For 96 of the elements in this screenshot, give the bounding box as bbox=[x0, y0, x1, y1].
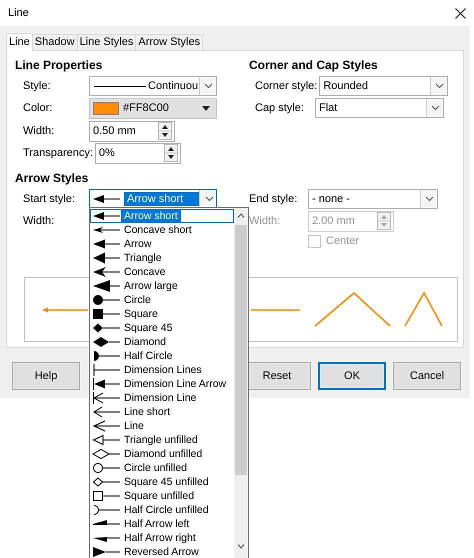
field-label: Style: bbox=[23, 80, 52, 92]
arrow-style-option[interactable]: Square bbox=[90, 307, 234, 321]
spin-arrows-icon[interactable] bbox=[164, 144, 178, 162]
color-dropdown[interactable]: #FF8C00 bbox=[89, 98, 217, 118]
dialog-button[interactable]: Help bbox=[12, 362, 80, 390]
bar-chevron-line-icon bbox=[92, 392, 120, 404]
dialog-button[interactable]: Cancel bbox=[393, 362, 461, 390]
tab[interactable]: Line Styles bbox=[76, 34, 136, 50]
arrow-style-option[interactable]: Diamond bbox=[90, 335, 234, 349]
chevron-line-icon bbox=[92, 406, 120, 418]
half-circle-line-icon bbox=[92, 350, 120, 362]
field-label: Start style: bbox=[23, 193, 76, 205]
chevron-up-icon[interactable] bbox=[237, 213, 245, 218]
circle-outline-line-icon bbox=[92, 462, 120, 474]
bar-line-icon bbox=[92, 364, 120, 376]
arrow-line-icon bbox=[92, 238, 120, 250]
bar-arrow-line-icon bbox=[92, 378, 120, 390]
arrow-style-option[interactable]: Triangle bbox=[90, 251, 234, 265]
chevron-down-icon bbox=[434, 83, 444, 89]
circle-line-icon bbox=[92, 294, 120, 306]
triangle-outline-line-icon bbox=[92, 434, 120, 446]
arrow-style-option[interactable]: Diamond unfilled bbox=[90, 447, 234, 461]
field-label: End style: bbox=[249, 193, 298, 205]
arrow-style-option[interactable]: Square unfilled bbox=[90, 489, 234, 503]
arrow-style-option[interactable]: Arrow bbox=[90, 237, 234, 251]
arrow-style-option[interactable]: Dimension Line Arrow bbox=[90, 377, 234, 391]
transparency-field[interactable]: 0% bbox=[94, 142, 181, 164]
field-label: Color: bbox=[23, 102, 54, 114]
section-heading: Corner and Cap Styles bbox=[249, 58, 379, 72]
zigzag-line bbox=[404, 291, 443, 326]
arrow-style-option[interactable]: Dimension Line bbox=[90, 391, 234, 405]
section-heading: Arrow Styles bbox=[15, 171, 90, 185]
arrow-line-drawing bbox=[42, 308, 88, 312]
close-icon[interactable] bbox=[455, 8, 466, 18]
square-line-icon bbox=[92, 308, 120, 320]
arrow-style-option[interactable]: Line short bbox=[90, 405, 234, 419]
arrow-style-option[interactable]: Square 45 unfilled bbox=[90, 475, 234, 489]
concave-arrow-line-icon bbox=[92, 266, 120, 278]
tab[interactable]: Line bbox=[6, 33, 33, 51]
spin-arrows-icon[interactable] bbox=[158, 122, 172, 140]
reversed-arrow-line-icon bbox=[92, 546, 120, 558]
scrollbar[interactable] bbox=[234, 208, 248, 558]
start-style-dropdown[interactable]: Arrow short bbox=[89, 189, 217, 209]
chevron-down-icon[interactable] bbox=[237, 544, 245, 549]
tab[interactable]: Arrow Styles bbox=[135, 34, 204, 50]
diamond-outline-line-icon bbox=[92, 448, 120, 460]
solid-line-icon bbox=[94, 84, 146, 88]
arrow-style-option[interactable]: Square 45 bbox=[90, 321, 234, 335]
triangle-line-icon bbox=[92, 252, 120, 264]
arrow-style-option[interactable]: Reversed Arrow bbox=[90, 545, 234, 558]
line-style-dropdown[interactable]: Continuou bbox=[89, 76, 217, 96]
arrow-style-option[interactable]: Half Circle unfilled bbox=[90, 503, 234, 517]
arrow-line-icon bbox=[92, 210, 120, 222]
arrow-style-option[interactable]: Concave bbox=[90, 265, 234, 279]
arrow-style-option[interactable]: Circle unfilled bbox=[90, 461, 234, 475]
arrow-style-option[interactable]: Half Arrow left bbox=[90, 517, 234, 531]
line-segment bbox=[251, 309, 300, 311]
arrow-style-option[interactable]: Line bbox=[90, 419, 234, 433]
square-outline-line-icon bbox=[92, 490, 120, 502]
arrow-style-option[interactable]: Triangle unfilled bbox=[90, 433, 234, 447]
diamond-line-icon bbox=[92, 322, 120, 334]
arrow-style-option[interactable]: Half Arrow right bbox=[90, 531, 234, 545]
end-style-dropdown[interactable]: - none - bbox=[308, 189, 438, 209]
scroll-thumb[interactable] bbox=[235, 225, 247, 475]
arrow-style-option[interactable]: Arrow short bbox=[90, 209, 234, 223]
arrow-line-icon bbox=[92, 193, 120, 205]
field-label: Width: bbox=[23, 215, 56, 227]
arrow-style-option[interactable]: Concave short bbox=[90, 223, 234, 237]
checkbox-label: Center bbox=[326, 235, 360, 247]
diamond-outline-line-icon bbox=[92, 476, 120, 488]
arrow-style-option[interactable]: Dimension Lines bbox=[90, 363, 234, 377]
window-title: Line bbox=[8, 7, 29, 19]
arrow-style-option[interactable]: Half Circle bbox=[90, 349, 234, 363]
arc-line-icon bbox=[92, 504, 120, 516]
arrow-line-icon bbox=[92, 280, 120, 292]
field-label: Corner style: bbox=[255, 80, 318, 92]
arrow-style-option[interactable]: Arrow large bbox=[90, 279, 234, 293]
dialog-button[interactable]: OK bbox=[318, 362, 386, 390]
arrow-style-option[interactable]: Circle bbox=[90, 293, 234, 307]
color-swatch bbox=[93, 102, 119, 114]
concave-arrow-line-icon bbox=[92, 224, 120, 236]
chevron-down-icon bbox=[424, 196, 434, 202]
field-label: Cap style: bbox=[255, 102, 305, 114]
width-field[interactable]: 0.50 mm bbox=[89, 120, 175, 142]
section-heading: Line Properties bbox=[15, 58, 104, 72]
chevron-down-icon bbox=[204, 83, 212, 89]
cap-style-dropdown[interactable]: Flat bbox=[315, 98, 444, 118]
field-label: Width: bbox=[23, 125, 56, 137]
field-label: Transparency: bbox=[23, 147, 94, 159]
corner-style-dropdown[interactable]: Rounded bbox=[319, 76, 448, 96]
chevron-line-icon bbox=[92, 420, 120, 432]
chevron-down-icon bbox=[430, 105, 440, 111]
field-label: Width: bbox=[249, 215, 282, 227]
chevron-down-icon bbox=[204, 196, 214, 202]
diamond-line-icon bbox=[92, 336, 120, 348]
caret-down-icon bbox=[202, 106, 210, 110]
